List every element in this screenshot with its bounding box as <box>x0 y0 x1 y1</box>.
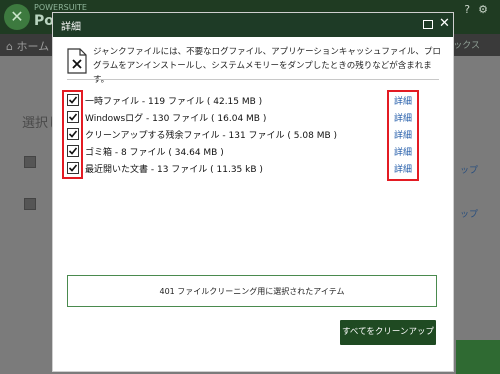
background-checkbox <box>24 198 36 210</box>
item-label: 最近開いた文書 - 13 ファイル ( 11.35 kB ) <box>85 165 263 175</box>
selection-summary: 401 ファイルクリーニング用に選択されたアイテム <box>159 287 345 296</box>
details-dialog: 詳細 ✕ ジャンクファイルには、不要なログファイル、アプリケーションキャッシュフ… <box>52 12 454 372</box>
checkbox-highlight-box <box>62 90 83 179</box>
background-link: ップ <box>460 166 479 176</box>
item-label: クリーンアップする残余ファイル - 131 ファイル ( 5.08 MB ) <box>85 131 338 141</box>
dialog-title: 詳細 <box>61 22 81 33</box>
maximize-icon[interactable] <box>423 20 433 29</box>
item-label: ゴミ箱 - 8 ファイル ( 34.64 MB ) <box>85 148 224 158</box>
background-checkbox <box>24 156 36 168</box>
home-icon: ⌂ <box>6 40 13 53</box>
close-icon[interactable]: ✕ <box>439 16 450 32</box>
clean-all-button[interactable]: すべてをクリーンアップ <box>340 320 436 345</box>
junk-file-icon <box>67 48 87 74</box>
background-brand-small: POWERSUITE <box>34 3 87 12</box>
divider <box>67 79 439 80</box>
background-link: ップ <box>460 210 479 220</box>
background-brand-large: Po <box>34 13 54 29</box>
dialog-header: 詳細 ✕ <box>53 13 453 37</box>
selection-summary-box: 401 ファイルクリーニング用に選択されたアイテム <box>67 275 437 307</box>
item-label: 一時ファイル - 119 ファイル ( 42.15 MB ) <box>85 97 263 107</box>
junk-files-description: ジャンクファイルには、不要なログファイル、アプリケーションキャッシュファイル、プ… <box>93 47 441 85</box>
background-window-controls: ?⚙ <box>464 3 496 16</box>
background-button <box>456 340 500 374</box>
item-label: Windowsログ - 130 ファイル ( 16.04 MB ) <box>85 114 267 124</box>
background-tools-tab: ックス <box>453 41 480 51</box>
details-link-highlight-box <box>387 90 419 181</box>
background-home-tab: ⌂ ホーム <box>6 40 50 53</box>
app-logo: ✕ <box>4 4 30 30</box>
